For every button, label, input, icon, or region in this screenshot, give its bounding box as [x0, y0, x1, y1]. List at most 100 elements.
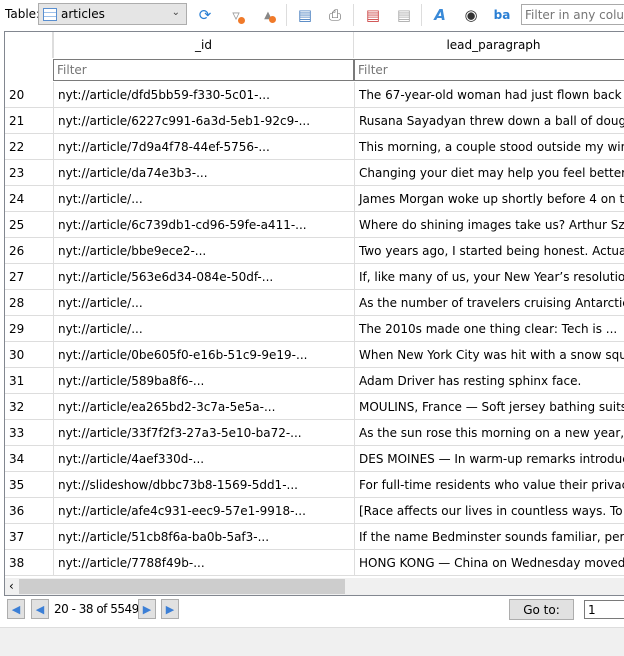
cell-lead-paragraph[interactable]: Where do shining images take us? Arthur … [354, 212, 624, 237]
table-select[interactable]: articles ⌄ [38, 3, 187, 25]
cell-id[interactable]: nyt://article/51cb8f6a-ba0b-5af3-... [53, 524, 354, 549]
font-icon[interactable]: A [429, 4, 451, 26]
table-row[interactable]: 29 nyt://article/... The 2010s made one th… [5, 316, 624, 342]
cell-lead-paragraph[interactable]: If the name Bedminster sounds familiar, … [354, 524, 624, 549]
row-number[interactable]: 20 [5, 82, 53, 107]
delete-record-icon[interactable]: ▤ [393, 4, 415, 26]
row-number[interactable]: 25 [5, 212, 53, 237]
row-number[interactable]: 33 [5, 420, 53, 445]
table-row[interactable]: 37 nyt://article/51cb8f6a-ba0b-5af3-... If… [5, 524, 624, 550]
row-number[interactable]: 27 [5, 264, 53, 289]
refresh-icon[interactable]: ⟳ [194, 4, 216, 26]
cell-lead-paragraph[interactable]: As the number of travelers cruising Anta… [354, 290, 624, 315]
row-number[interactable]: 26 [5, 238, 53, 263]
cell-id[interactable]: nyt://article/4aef330d-... [53, 446, 354, 471]
next-page-button[interactable]: ▶ [138, 599, 156, 619]
cell-lead-paragraph[interactable]: Changing your diet may help you feel bet… [354, 160, 624, 185]
row-number[interactable]: 30 [5, 342, 53, 367]
cell-id[interactable]: nyt://article/7788f49b-... [53, 550, 354, 575]
cell-lead-paragraph[interactable]: When New York City was hit with a snow s… [354, 342, 624, 367]
cell-lead-paragraph[interactable]: HONG KONG — China on Wednesday moved to [354, 550, 624, 575]
cell-id[interactable]: nyt://article/dfd5bb59-f330-5c01-... [53, 82, 354, 107]
cell-id[interactable]: nyt://article/7d9a4f78-44ef-5756-... [53, 134, 354, 159]
table-row[interactable]: 28 nyt://article/... As the number of trav… [5, 290, 624, 316]
cell-id[interactable]: nyt://article/da74e3b3-... [53, 160, 354, 185]
row-number[interactable]: 29 [5, 316, 53, 341]
cell-lead-paragraph[interactable]: This morning, a couple stood outside my … [354, 134, 624, 159]
row-number[interactable]: 32 [5, 394, 53, 419]
table-row[interactable]: 23 nyt://article/da74e3b3-... Changing you… [5, 160, 624, 186]
horizontal-scrollbar[interactable]: ‹ [5, 578, 624, 595]
row-number[interactable]: 36 [5, 498, 53, 523]
column-header-lead-paragraph[interactable]: lead_paragraph [354, 32, 624, 58]
cell-lead-paragraph[interactable]: [Race affects our lives in countless way… [354, 498, 624, 523]
cell-lead-paragraph[interactable]: MOULINS, France — Soft jersey bathing su… [354, 394, 624, 419]
print-icon[interactable]: ⎙ [324, 4, 346, 26]
row-number[interactable]: 21 [5, 108, 53, 133]
table-row[interactable]: 38 nyt://article/7788f49b-... HONG KONG — … [5, 550, 624, 576]
table-row[interactable]: 22 nyt://article/7d9a4f78-44ef-5756-... Th… [5, 134, 624, 160]
cell-id[interactable]: nyt://article/bbe9ece2-... [53, 238, 354, 263]
cell-lead-paragraph[interactable]: The 67-year-old woman had just flown bac… [354, 82, 624, 107]
row-number[interactable]: 38 [5, 550, 53, 575]
cell-id[interactable]: nyt://article/6c739db1-cd96-59fe-a411-..… [53, 212, 354, 237]
cell-lead-paragraph[interactable]: As the sun rose this morning on a new ye… [354, 420, 624, 445]
table-row[interactable]: 35 nyt://slideshow/dbbc73b8-1569-5dd1-...… [5, 472, 624, 498]
row-number[interactable]: 23 [5, 160, 53, 185]
cell-id[interactable]: nyt://article/589ba8f6-... [53, 368, 354, 393]
table-row[interactable]: 26 nyt://article/bbe9ece2-... Two years ag… [5, 238, 624, 264]
table-row[interactable]: 34 nyt://article/4aef330d-... DES MOINES —… [5, 446, 624, 472]
scrollbar-thumb[interactable] [19, 579, 345, 594]
scroll-left-icon[interactable]: ‹ [9, 579, 14, 593]
cell-lead-paragraph[interactable]: Rusana Sayadyan threw down a ball of dou… [354, 108, 624, 133]
find-icon[interactable]: ◉ [460, 4, 482, 26]
cell-id[interactable]: nyt://article/... [53, 316, 354, 341]
last-page-button[interactable]: ▶ [161, 599, 179, 619]
row-number[interactable]: 37 [5, 524, 53, 549]
global-filter-input[interactable] [521, 4, 624, 25]
table-row[interactable]: 25 nyt://article/6c739db1-cd96-59fe-a411-… [5, 212, 624, 238]
cell-id[interactable]: nyt://article/... [53, 290, 354, 315]
table-row[interactable]: 36 nyt://article/afe4c931-eec9-57e1-9918-… [5, 498, 624, 524]
clear-filters-icon[interactable]: ▿ [225, 4, 247, 26]
cell-lead-paragraph[interactable]: James Morgan woke up shortly before 4 on… [354, 186, 624, 211]
table-row[interactable]: 32 nyt://article/ea265bd2-3c7a-5e5a-... MO… [5, 394, 624, 420]
cell-lead-paragraph[interactable]: The 2010s made one thing clear: Tech is … [354, 316, 624, 341]
cell-id[interactable]: nyt://article/0be605f0-e16b-51c9-9e19-..… [53, 342, 354, 367]
cell-lead-paragraph[interactable]: Adam Driver has resting sphinx face. [354, 368, 624, 393]
row-number[interactable]: 22 [5, 134, 53, 159]
find-replace-icon[interactable]: ba [491, 4, 513, 26]
clear-sort-icon[interactable]: ▲ [257, 4, 279, 26]
table-row[interactable]: 20 nyt://article/dfd5bb59-f330-5c01-... Th… [5, 82, 624, 108]
column-header-id[interactable]: _id [53, 32, 354, 58]
row-number[interactable]: 35 [5, 472, 53, 497]
cell-id[interactable]: nyt://article/563e6d34-084e-50df-... [53, 264, 354, 289]
row-number[interactable]: 28 [5, 290, 53, 315]
cell-lead-paragraph[interactable]: For full-time residents who value their … [354, 472, 624, 497]
cell-id[interactable]: nyt://article/afe4c931-eec9-57e1-9918-..… [53, 498, 354, 523]
cell-id[interactable]: nyt://article/... [53, 186, 354, 211]
goto-button[interactable]: Go to: [509, 599, 574, 620]
table-row[interactable]: 24 nyt://article/... James Morgan woke up … [5, 186, 624, 212]
cell-id[interactable]: nyt://article/ea265bd2-3c7a-5e5a-... [53, 394, 354, 419]
cell-id[interactable]: nyt://slideshow/dbbc73b8-1569-5dd1-... [53, 472, 354, 497]
insert-record-icon[interactable]: ▤ [362, 4, 384, 26]
table-row[interactable]: 27 nyt://article/563e6d34-084e-50df-... If… [5, 264, 624, 290]
table-row[interactable]: 33 nyt://article/33f7f2f3-27a3-5e10-ba72-… [5, 420, 624, 446]
row-number[interactable]: 24 [5, 186, 53, 211]
row-number[interactable]: 34 [5, 446, 53, 471]
previous-page-button[interactable]: ◀ [31, 599, 49, 619]
row-number[interactable]: 31 [5, 368, 53, 393]
table-row[interactable]: 21 nyt://article/6227c991-6a3d-5eb1-92c9-… [5, 108, 624, 134]
filter-id-input[interactable] [53, 59, 354, 81]
cell-lead-paragraph[interactable]: DES MOINES — In warm-up remarks introduc… [354, 446, 624, 471]
goto-input[interactable] [584, 600, 624, 619]
table-row[interactable]: 31 nyt://article/589ba8f6-... Adam Driver … [5, 368, 624, 394]
first-page-button[interactable]: ◀ [7, 599, 25, 619]
cell-id[interactable]: nyt://article/6227c991-6a3d-5eb1-92c9-..… [53, 108, 354, 133]
table-row[interactable]: 30 nyt://article/0be605f0-e16b-51c9-9e19-… [5, 342, 624, 368]
cell-lead-paragraph[interactable]: Two years ago, I started being honest. A… [354, 238, 624, 263]
filter-lead-paragraph-input[interactable] [354, 59, 624, 81]
cell-id[interactable]: nyt://article/33f7f2f3-27a3-5e10-ba72-..… [53, 420, 354, 445]
save-table-icon[interactable]: ▤ [294, 4, 316, 26]
